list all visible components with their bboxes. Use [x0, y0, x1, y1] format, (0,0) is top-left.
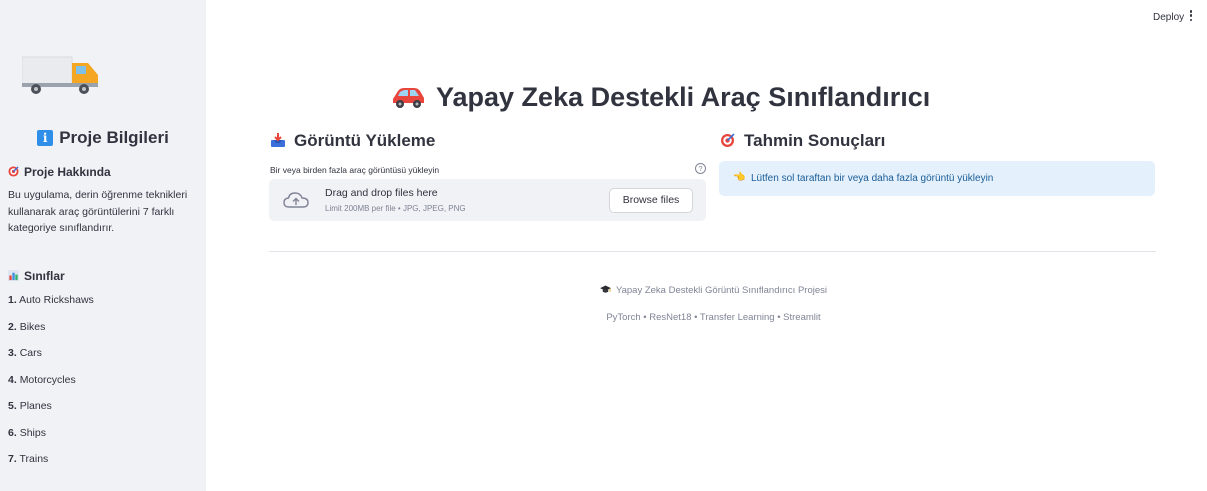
question-circle-icon[interactable]: ? [695, 163, 706, 174]
file-dropzone[interactable]: Drag and drop files here Limit 200MB per… [269, 179, 706, 221]
sidebar-title: i Proje Bilgileri [0, 128, 206, 148]
browse-files-button[interactable]: Browse files [609, 188, 693, 213]
upload-heading: Görüntü Yükleme [270, 131, 435, 153]
classes-heading: Sınıflar [8, 269, 65, 283]
inbox-tray-icon [270, 132, 286, 153]
footer-tech: PyTorch • ResNet18 • Transfer Learning •… [606, 312, 821, 323]
list-item: 2. Bikes [8, 320, 94, 347]
dropzone-instructions: Drag and drop files here [325, 187, 438, 199]
results-heading: Tahmin Sonuçları [720, 131, 885, 153]
vertical-dots-icon[interactable] [1188, 10, 1194, 24]
target-icon [720, 132, 736, 153]
divider [269, 251, 1156, 252]
page-title-text: Yapay Zeka Destekli Araç Sınıflandırıcı [436, 82, 931, 112]
list-item-label: Trains [19, 453, 49, 465]
info-icon: i [37, 130, 54, 146]
list-item-number: 4. [8, 373, 17, 386]
dropzone-limits: Limit 200MB per file • JPG, JPEG, PNG [325, 204, 466, 213]
results-heading-text: Tahmin Sonuçları [744, 131, 886, 150]
app: i Proje Bilgileri Proje Hakkında Bu uygul… [0, 0, 1207, 491]
footer-project: Yapay Zeka Destekli Görüntü Sınıflandırı… [0, 285, 1207, 296]
info-alert: 👈 Lütfen sol taraftan bir veya daha fazl… [719, 161, 1155, 196]
page-title: Yapay Zeka Destekli Araç Sınıflandırıcı [390, 82, 930, 116]
list-item: 7. Trains [8, 452, 94, 479]
bar-chart-icon [8, 269, 19, 283]
list-item: 6. Ships [8, 426, 94, 453]
classes-heading-text: Sınıflar [24, 269, 65, 283]
list-item-label: Motorcycles [19, 373, 76, 386]
about-heading: Proje Hakkında [8, 165, 111, 179]
target-icon [8, 165, 19, 179]
list-item: 3. Cars [8, 346, 94, 373]
list-item-label: Planes [19, 400, 52, 412]
sidebar-title-text: Proje Bilgileri [59, 128, 169, 147]
list-item-number: 5. [8, 400, 17, 412]
list-item: 5. Planes [8, 399, 94, 426]
car-icon [390, 85, 426, 116]
list-item-number: 3. [8, 347, 17, 359]
footer-project-text: Yapay Zeka Destekli Görüntü Sınıflandırı… [615, 285, 828, 296]
about-heading-text: Proje Hakkında [24, 165, 111, 179]
list-item-number: 6. [8, 426, 17, 439]
info-alert-text: Lütfen sol taraftan bir veya daha fazla … [751, 173, 994, 184]
graduation-cap-icon [600, 285, 611, 296]
list-item-label: Ships [19, 426, 46, 439]
list-item: 4. Motorcycles [8, 373, 94, 400]
list-item-label: Cars [19, 347, 42, 359]
about-text: Bu uygulama, derin öğrenme teknikleri ku… [8, 189, 188, 234]
pointing-hand-icon: 👈 [733, 172, 746, 183]
list-item-number: 7. [8, 453, 17, 465]
sidebar: i Proje Bilgileri Proje Hakkında Bu uygul… [0, 0, 206, 491]
truck-icon [22, 56, 98, 94]
upload-label: Bir veya birden fazla araç görüntüsü yük… [270, 165, 440, 175]
upload-heading-text: Görüntü Yükleme [294, 131, 436, 150]
deploy-button[interactable]: Deploy [1153, 12, 1184, 23]
cloud-upload-icon [283, 192, 309, 208]
